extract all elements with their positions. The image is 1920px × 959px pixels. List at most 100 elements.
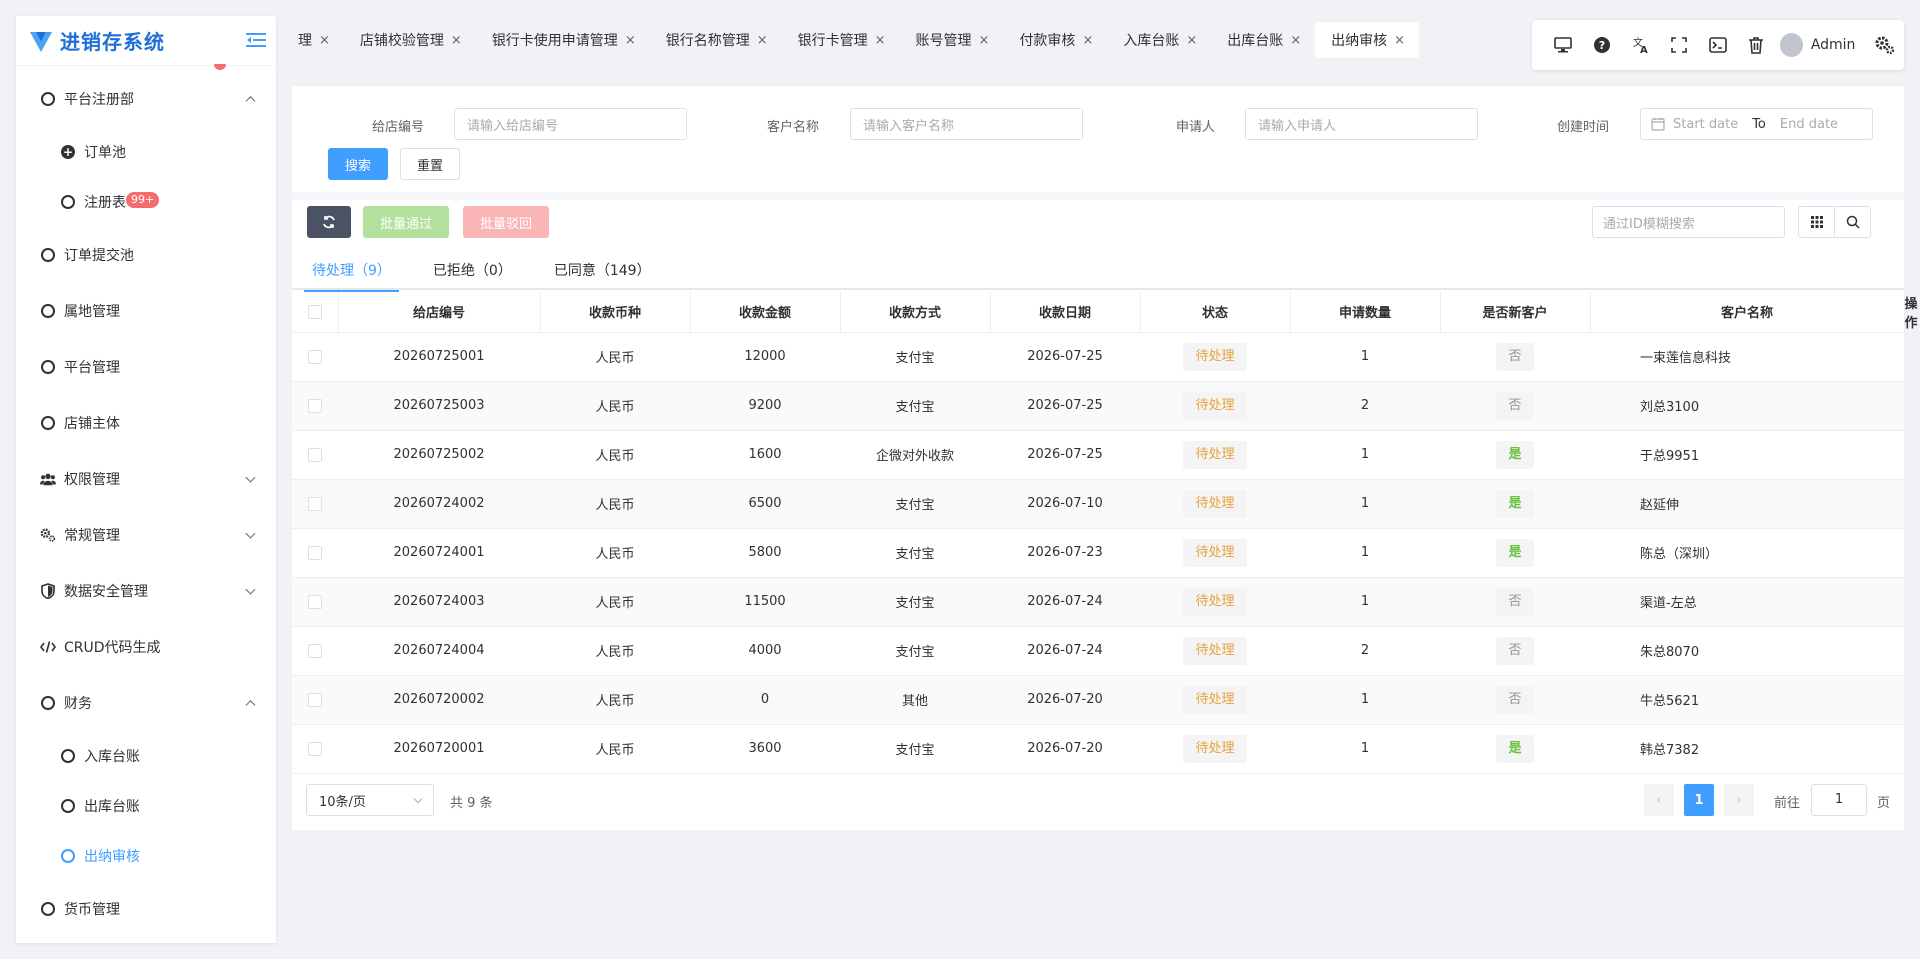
close-icon[interactable]: × [1290, 33, 1301, 48]
terminal-icon[interactable] [1698, 25, 1737, 65]
close-icon[interactable]: × [451, 33, 462, 48]
select-all-checkbox[interactable] [307, 304, 322, 319]
sidebar-item-8[interactable]: 常规管理 [16, 507, 276, 563]
trash-icon[interactable] [1737, 25, 1776, 65]
sidebar-item-0[interactable]: 平台注册部 [16, 71, 276, 127]
sidebar-item-3[interactable]: 订单提交池 [16, 227, 276, 283]
sidebar-item-10[interactable]: CRUD代码生成 [16, 619, 276, 675]
tab-8[interactable]: 出库台账 × [1211, 22, 1315, 58]
translate-icon[interactable]: 文A [1621, 25, 1660, 65]
status-tab-2[interactable]: 已同意（149） [554, 254, 651, 290]
row-select-cell [292, 675, 338, 725]
close-icon[interactable]: × [757, 33, 768, 48]
cell-status: 待处理 [1140, 528, 1290, 578]
search-toggle-button[interactable] [1834, 206, 1871, 238]
close-icon[interactable]: × [1394, 33, 1405, 48]
start-date-input[interactable]: Start date [1673, 117, 1738, 132]
cell-no: 20260724002 [338, 479, 540, 529]
avatar[interactable] [1779, 33, 1803, 57]
tab-3[interactable]: 银行名称管理 × [650, 22, 782, 58]
circle-icon [40, 415, 56, 431]
new-customer-tag: 否 [1496, 391, 1534, 420]
batch-reject-button[interactable]: 批量驳回 [463, 206, 549, 238]
circle-icon [60, 798, 76, 814]
tab-6[interactable]: 付款审核 × [1003, 22, 1107, 58]
close-icon[interactable]: × [1082, 33, 1093, 48]
close-icon[interactable]: × [1186, 33, 1197, 48]
row-checkbox[interactable] [308, 692, 322, 707]
collapse-menu-icon[interactable] [246, 32, 266, 48]
page-number-button[interactable]: 1 [1684, 784, 1714, 816]
grid-view-button[interactable] [1798, 206, 1835, 238]
reset-button[interactable]: 重置 [400, 148, 460, 180]
tab-label: 银行卡使用申请管理 [491, 33, 618, 49]
row-select-cell [292, 430, 338, 480]
page-size-select[interactable]: 10条/页 [306, 784, 434, 816]
row-checkbox[interactable] [308, 594, 322, 609]
close-icon[interactable]: × [319, 33, 330, 48]
cell-method: 支付宝 [840, 479, 990, 529]
sidebar-item-7[interactable]: 权限管理 [16, 451, 276, 507]
sidebar-item-1[interactable]: + 订单池 [16, 127, 276, 177]
new-customer-tag: 是 [1496, 734, 1534, 763]
sidebar-item-13[interactable]: 出库台账 [16, 781, 276, 831]
search-button[interactable]: 搜索 [328, 148, 388, 180]
cell-amount: 3600 [690, 724, 840, 774]
sidebar-item-12[interactable]: 入库台账 [16, 731, 276, 781]
row-checkbox[interactable] [308, 496, 322, 511]
tab-1[interactable]: 店铺校验管理 × [344, 22, 476, 58]
store-no-input[interactable]: 请输入给店编号 [454, 108, 687, 140]
sidebar-item-label: 常规管理 [64, 528, 120, 544]
monitor-icon[interactable] [1544, 25, 1583, 65]
tab-4[interactable]: 银行卡管理 × [782, 22, 900, 58]
sidebar-item-14[interactable]: 出纳审核 [16, 831, 276, 881]
row-select-cell [292, 724, 338, 774]
tab-7[interactable]: 入库台账 × [1107, 22, 1211, 58]
logo-v-icon [30, 31, 52, 52]
circle-icon [40, 359, 56, 375]
next-page-button[interactable]: › [1724, 784, 1754, 816]
row-checkbox[interactable] [308, 545, 322, 560]
end-date-input[interactable]: End date [1780, 117, 1838, 132]
close-icon[interactable]: × [625, 33, 636, 48]
status-tab-0[interactable]: 待处理（9） [304, 254, 399, 292]
help-icon[interactable]: ? [1583, 25, 1622, 65]
table-header: 给店编号 收款币种 收款金额 收款方式 收款日期 状态 申请数量 是否新客户 客户名称 操作 [292, 292, 1918, 333]
fullscreen-icon[interactable] [1660, 25, 1699, 65]
row-checkbox[interactable] [308, 643, 322, 658]
tab-5[interactable]: 账号管理 × [900, 22, 1004, 58]
customer-input[interactable]: 请输入客户名称 [850, 108, 1083, 140]
close-icon[interactable]: × [875, 33, 886, 48]
prev-page-button[interactable]: ‹ [1644, 784, 1674, 816]
cell-date: 2026-07-24 [990, 626, 1140, 676]
cell-customer: 一束莲信息科技 [1590, 332, 1905, 382]
tab-2[interactable]: 银行卡使用申请管理 × [476, 22, 650, 58]
row-checkbox[interactable] [308, 349, 322, 364]
sidebar-menu: 平台注册部 + 订单池 注册表 99+ 订单提交池 属地管理 平台管理 店铺主体 权限管理常规管理… [16, 71, 276, 937]
id-search-input[interactable]: 通过ID模糊搜索 [1592, 206, 1785, 238]
cell-status: 待处理 [1140, 724, 1290, 774]
date-range-picker[interactable]: Start date To End date [1640, 108, 1873, 140]
tab-9[interactable]: 出纳审核 × [1315, 22, 1420, 58]
sidebar-item-11[interactable]: 财务 [16, 675, 276, 731]
goto-page-input[interactable]: 1 [1811, 784, 1867, 816]
status-tab-1[interactable]: 已拒绝（0） [433, 254, 512, 290]
row-checkbox[interactable] [308, 741, 322, 756]
sidebar-item-15[interactable]: 货币管理 [16, 881, 276, 937]
sidebar-item-9[interactable]: 数据安全管理 [16, 563, 276, 619]
sidebar-item-6[interactable]: 店铺主体 [16, 395, 276, 451]
tab-0[interactable]: 理 × [282, 22, 344, 58]
username[interactable]: Admin [1811, 37, 1856, 53]
sidebar-item-4[interactable]: 属地管理 [16, 283, 276, 339]
sidebar-item-2[interactable]: 注册表 99+ [16, 177, 276, 227]
refresh-button[interactable] [307, 206, 351, 238]
svg-text:A: A [1640, 45, 1648, 54]
applicant-input[interactable]: 请输入申请人 [1245, 108, 1478, 140]
close-icon[interactable]: × [979, 33, 990, 48]
sidebar-item-5[interactable]: 平台管理 [16, 339, 276, 395]
row-checkbox[interactable] [308, 447, 322, 462]
batch-approve-button[interactable]: 批量通过 [363, 206, 449, 238]
settings-gears-icon[interactable] [1865, 25, 1904, 65]
row-checkbox[interactable] [308, 398, 322, 413]
chevron-up-icon [245, 700, 256, 711]
